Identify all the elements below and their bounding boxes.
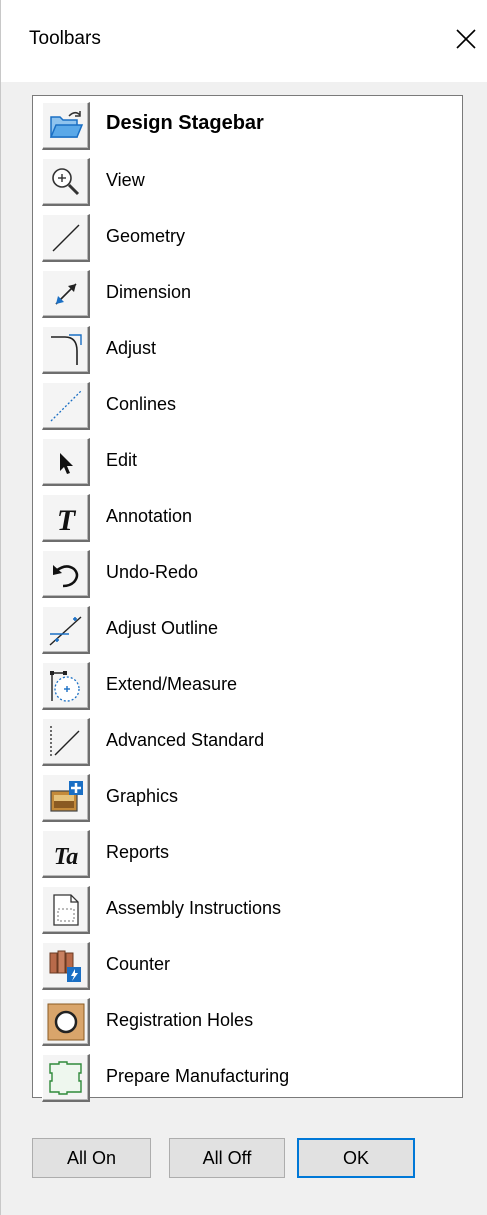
toolbar-item-label: Assembly Instructions — [106, 898, 282, 918]
toolbar-item-registration-holes[interactable]: Registration Holes — [42, 996, 452, 1048]
toolbar-item-edit[interactable]: Edit — [42, 436, 452, 488]
toolbar-item-label: Prepare Manufacturing — [106, 1066, 290, 1086]
toolbar-item-label: Annotation — [106, 506, 193, 526]
toolbar-item-label: Graphics — [106, 786, 179, 806]
toolbar-item-label: Design Stagebar — [106, 112, 264, 134]
dimension-arrow-icon — [42, 270, 90, 318]
toolbar-item-label: Extend/Measure — [106, 674, 238, 694]
toolbar-item-reports[interactable]: Ta Reports — [42, 828, 452, 880]
registration-hole-icon — [42, 998, 90, 1046]
all-on-button[interactable]: All On — [32, 1138, 151, 1178]
toolbar-item-label: Undo-Redo — [106, 562, 199, 582]
manufacturing-outline-icon — [42, 1054, 90, 1102]
toolbar-item-adjust-outline[interactable]: Adjust Outline — [42, 604, 452, 656]
ok-button[interactable]: OK — [297, 1138, 415, 1178]
toolbar-item-label: Dimension — [106, 282, 192, 302]
toolbar-item-view[interactable]: View — [42, 156, 452, 208]
toolbar-list[interactable]: Design Stagebar View Geometry Dimension … — [32, 95, 463, 1102]
undo-icon — [42, 550, 90, 598]
toolbar-item-label: View — [106, 170, 145, 190]
toolbar-item-label: Geometry — [106, 226, 186, 246]
toolbar-item-geometry[interactable]: Geometry — [42, 212, 452, 264]
toolbar-item-adjust[interactable]: Adjust — [42, 324, 452, 376]
toolbar-item-conlines[interactable]: Conlines — [42, 380, 452, 432]
counter-icon — [42, 942, 90, 990]
svg-text:T: T — [57, 504, 77, 537]
zoom-icon — [42, 158, 90, 206]
dialog-title: Toolbars — [29, 28, 101, 49]
pointer-arrow-icon — [42, 438, 90, 486]
advanced-line-icon — [42, 718, 90, 766]
text-ta-icon: Ta — [42, 830, 90, 878]
toolbar-item-undo-redo[interactable]: Undo-Redo — [42, 548, 452, 600]
document-icon — [42, 886, 90, 934]
toolbar-item-assembly-instructions[interactable]: Assembly Instructions — [42, 884, 452, 936]
graphics-add-icon — [42, 774, 90, 822]
all-off-button[interactable]: All Off — [169, 1138, 285, 1178]
toolbar-item-dimension[interactable]: Dimension — [42, 268, 452, 320]
line-icon — [42, 214, 90, 262]
toolbar-item-extend-measure[interactable]: Extend/Measure — [42, 660, 452, 712]
svg-text:Ta: Ta — [54, 844, 78, 870]
fillet-corner-icon — [42, 326, 90, 374]
toolbar-item-design-stagebar[interactable]: Design Stagebar — [42, 100, 452, 152]
toolbar-item-label: Adjust — [106, 338, 157, 358]
construction-line-icon — [42, 382, 90, 430]
toolbar-item-label: Reports — [106, 842, 170, 862]
title-bar: Toolbars — [1, 0, 487, 82]
toolbar-item-prepare-manufacturing[interactable]: Prepare Manufacturing — [42, 1052, 452, 1104]
toolbar-item-label: Conlines — [106, 394, 177, 414]
toolbar-item-label: Adjust Outline — [106, 618, 219, 638]
toolbar-item-label: Advanced Standard — [106, 730, 265, 750]
folder-open-icon — [42, 102, 90, 150]
toolbars-dialog: Toolbars Design Stagebar View Geometry D… — [0, 0, 487, 1215]
text-t-icon: T — [42, 494, 90, 542]
toolbar-item-counter[interactable]: Counter — [42, 940, 452, 992]
extend-measure-icon — [42, 662, 90, 710]
toolbar-item-label: Registration Holes — [106, 1010, 254, 1030]
toolbar-item-label: Edit — [106, 450, 138, 470]
toolbar-item-graphics[interactable]: Graphics — [42, 772, 452, 824]
toolbar-item-annotation[interactable]: T Annotation — [42, 492, 452, 544]
toolbar-item-advanced-standard[interactable]: Advanced Standard — [42, 716, 452, 768]
adjust-outline-icon — [42, 606, 90, 654]
toolbar-item-label: Counter — [106, 954, 171, 974]
close-icon[interactable] — [447, 22, 483, 58]
